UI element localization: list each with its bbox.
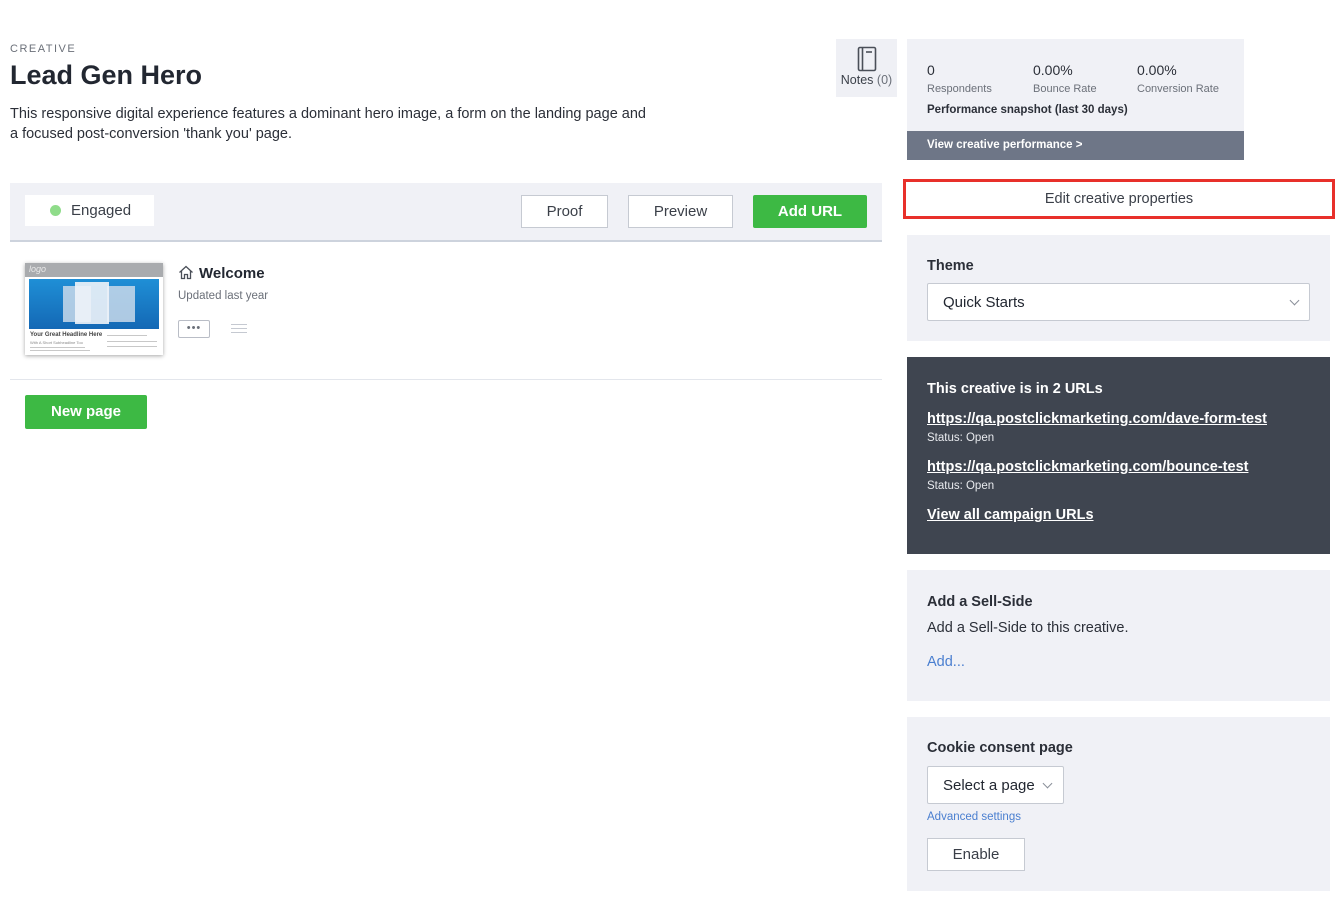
list-item: logo Your Great Headline Here With A Sho… — [10, 243, 882, 380]
notes-button[interactable]: Notes (0) — [836, 39, 897, 97]
url-link[interactable]: https://qa.postclickmarketing.com/dave-f… — [927, 411, 1267, 427]
page-title-row[interactable]: Welcome — [178, 265, 265, 282]
page-thumbnail[interactable]: logo Your Great Headline Here With A Sho… — [25, 263, 163, 355]
chevron-down-icon — [1042, 778, 1053, 789]
status-label: Engaged — [71, 202, 132, 219]
drag-handle-icon[interactable] — [231, 324, 247, 336]
respondents-value: 0 — [927, 62, 935, 78]
stat-bounce: 0.00% Bounce Rate — [1033, 62, 1097, 95]
proof-button[interactable]: Proof — [521, 195, 608, 228]
performance-snapshot: Performance snapshot (last 30 days) — [927, 104, 1128, 116]
conversion-value: 0.00% — [1137, 62, 1177, 78]
sell-side-title: Add a Sell-Side — [927, 594, 1033, 610]
view-all-urls-link[interactable]: View all campaign URLs — [927, 507, 1094, 523]
sell-side-text: Add a Sell-Side to this creative. — [927, 620, 1129, 636]
url-status: Status: Open — [927, 432, 995, 444]
url-link[interactable]: https://qa.postclickmarketing.com/bounce… — [927, 459, 1248, 475]
stat-conversion: 0.00% Conversion Rate — [1137, 62, 1219, 95]
page-updated: Updated last year — [178, 290, 269, 302]
theme-selected: Quick Starts — [943, 294, 1025, 311]
cookie-consent-card: Cookie consent page Select a page Advanc… — [907, 717, 1330, 891]
section-eyebrow: CREATIVE — [10, 43, 77, 55]
bounce-label: Bounce Rate — [1033, 83, 1097, 95]
notes-label: Notes — [840, 73, 874, 87]
chevron-down-icon — [1289, 295, 1300, 306]
theme-title: Theme — [927, 258, 974, 274]
theme-select[interactable]: Quick Starts — [927, 283, 1310, 321]
urls-title: This creative is in 2 URLs — [927, 381, 1103, 397]
enable-button[interactable]: Enable — [927, 838, 1025, 871]
more-options-button[interactable]: ••• — [178, 320, 210, 338]
add-url-button[interactable]: Add URL — [753, 195, 867, 228]
theme-card: Theme Quick Starts — [907, 235, 1330, 341]
urls-panel: This creative is in 2 URLs https://qa.po… — [907, 357, 1330, 554]
respondents-label: Respondents — [927, 83, 992, 95]
new-page-button[interactable]: New page — [25, 395, 147, 429]
creative-description: This responsive digital experience featu… — [10, 106, 646, 142]
thumbnail-headline: Your Great Headline Here — [30, 332, 103, 338]
cookie-page-selected: Select a page — [943, 777, 1035, 794]
cookie-page-select[interactable]: Select a page — [927, 766, 1064, 804]
creative-toolbar: Engaged Proof Preview Add URL — [10, 183, 882, 242]
thumbnail-logo: logo — [29, 264, 47, 274]
stat-respondents: 0 Respondents — [927, 62, 992, 95]
bounce-value: 0.00% — [1033, 62, 1073, 78]
status-badge: Engaged — [25, 195, 154, 226]
page-name: Welcome — [199, 265, 265, 282]
status-dot-icon — [50, 205, 61, 216]
notes-count: (0) — [876, 73, 893, 87]
notebook-icon — [857, 46, 876, 72]
home-icon — [179, 265, 193, 280]
view-performance-link[interactable]: View creative performance > — [907, 131, 1244, 160]
advanced-settings-link[interactable]: Advanced settings — [927, 811, 1021, 823]
conversion-label: Conversion Rate — [1137, 83, 1219, 95]
edit-properties-button[interactable]: Edit creative properties — [903, 179, 1335, 219]
add-sell-side-link[interactable]: Add... — [927, 654, 965, 670]
thumbnail-subheadline: With A Short Subheadline Too — [30, 340, 83, 345]
url-status: Status: Open — [927, 480, 995, 492]
performance-panel: 0 Respondents 0.00% Bounce Rate 0.00% Co… — [907, 39, 1244, 160]
sell-side-card: Add a Sell-Side Add a Sell-Side to this … — [907, 570, 1330, 701]
cookie-title: Cookie consent page — [927, 740, 1073, 756]
page-title: Lead Gen Hero — [10, 60, 203, 90]
preview-button[interactable]: Preview — [628, 195, 733, 228]
